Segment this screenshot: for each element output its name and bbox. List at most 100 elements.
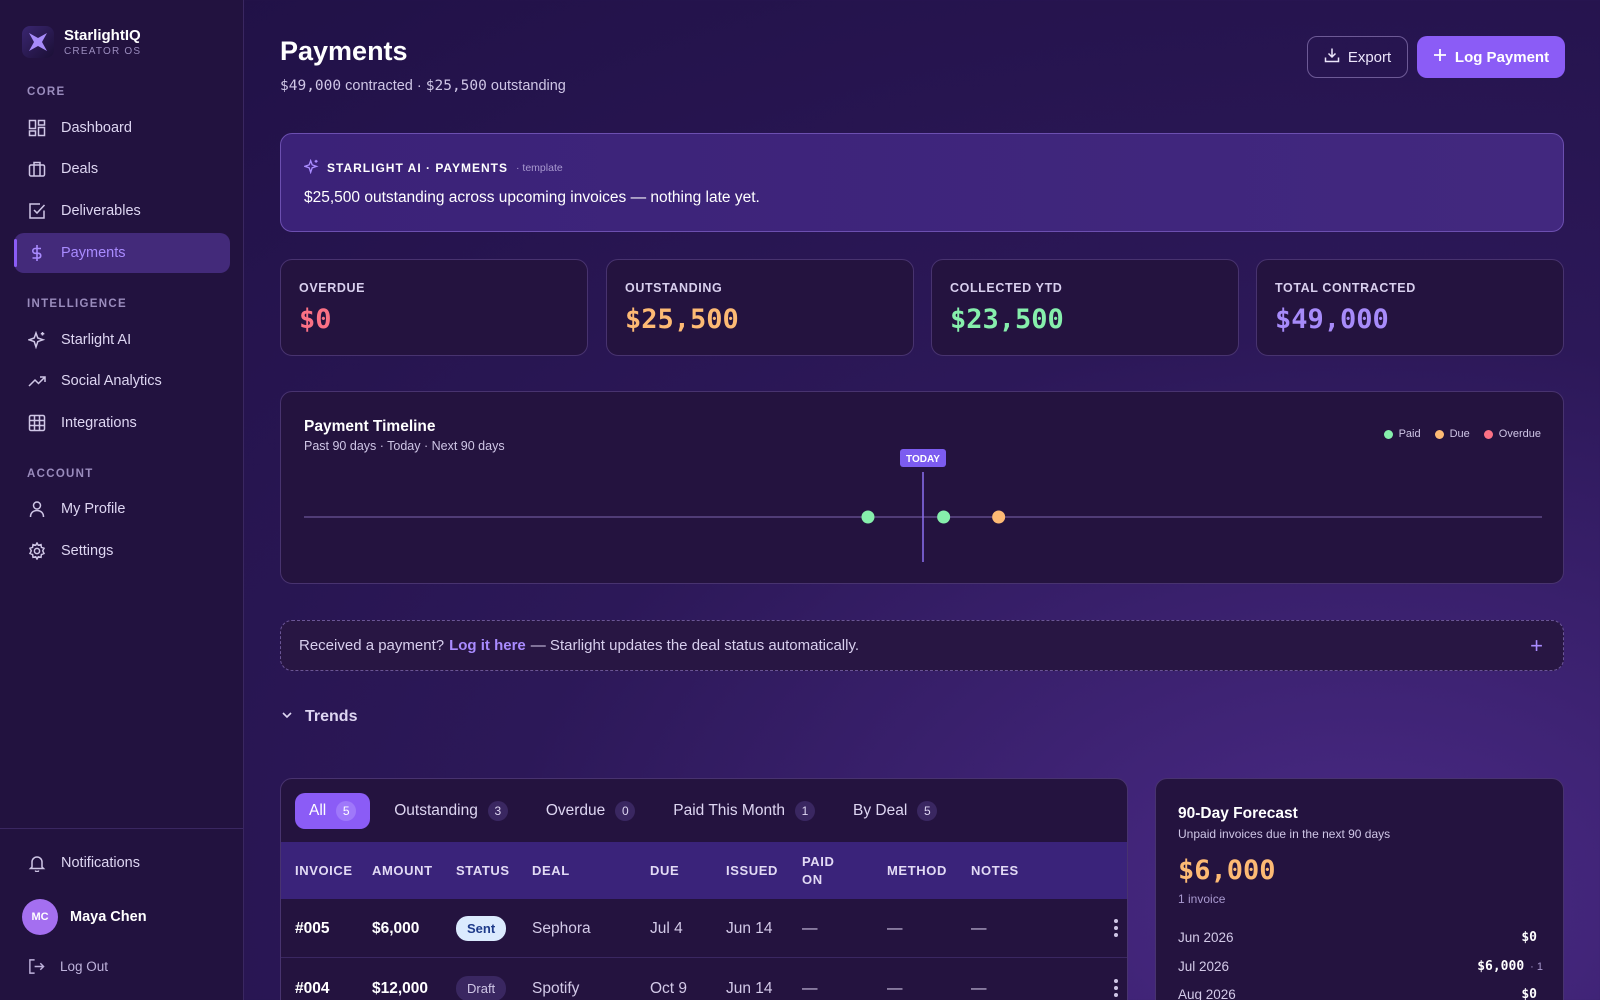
forecast-amount: $0 bbox=[1521, 930, 1537, 945]
sidebar-item-notifications[interactable]: Notifications bbox=[14, 843, 230, 883]
sidebar-item-settings[interactable]: Settings bbox=[14, 531, 230, 571]
sidebar-item-deliverables[interactable]: Deliverables bbox=[14, 191, 230, 231]
ai-insight-card: STARLIGHT AI · PAYMENTS · template $25,5… bbox=[280, 133, 1564, 232]
column-header-invoice[interactable]: INVOICE bbox=[295, 842, 353, 899]
status-badge: Draft bbox=[456, 976, 507, 1000]
column-header-notes[interactable]: NOTES bbox=[971, 842, 1019, 899]
legend-item-paid: Paid bbox=[1383, 428, 1421, 440]
logout-label: Log Out bbox=[60, 958, 109, 974]
ai-insight-message: $25,500 outstanding across upcoming invo… bbox=[304, 189, 760, 206]
stat-label: OVERDUE bbox=[299, 281, 366, 295]
timeline-point-due[interactable] bbox=[992, 510, 1006, 524]
outstanding-amount: $25,500 bbox=[425, 78, 487, 94]
section-label-account: ACCOUNT bbox=[27, 468, 94, 480]
sidebar-item-label: Payments bbox=[61, 245, 126, 261]
column-header-amount[interactable]: AMOUNT bbox=[372, 842, 433, 899]
stat-value: $25,500 bbox=[625, 304, 739, 335]
forecast-amount: $6,000 bbox=[1477, 959, 1525, 974]
row-menu-icon[interactable] bbox=[1111, 979, 1121, 997]
user-name: Maya Chen bbox=[70, 909, 147, 925]
sidebar-item-dashboard[interactable]: Dashboard bbox=[14, 108, 230, 148]
sidebar-item-label: My Profile bbox=[61, 501, 126, 517]
invoice-issued: Jun 14 bbox=[726, 979, 773, 997]
sparkle-icon bbox=[27, 330, 47, 350]
timeline-legend: Paid Due Overdue bbox=[1383, 428, 1541, 440]
sidebar-item-label: Settings bbox=[61, 543, 114, 559]
log-strip-suffix: — Starlight updates the deal status auto… bbox=[530, 637, 860, 654]
log-payment-label: Log Payment bbox=[1454, 48, 1550, 66]
invoice-notes: — bbox=[971, 979, 987, 997]
brand-name: StarlightIQ bbox=[64, 27, 141, 44]
stat-label: TOTAL CONTRACTED bbox=[1275, 281, 1416, 295]
sidebar-item-label: Dashboard bbox=[61, 120, 132, 136]
add-icon[interactable]: + bbox=[1530, 633, 1543, 659]
log-payment-button[interactable]: Log Payment bbox=[1417, 36, 1565, 78]
forecast-count: 1 invoice bbox=[1178, 892, 1226, 906]
user-icon bbox=[27, 499, 47, 519]
timeline-point-paid[interactable] bbox=[861, 510, 875, 524]
sidebar-item-integrations[interactable]: Integrations bbox=[14, 403, 230, 443]
tab-overdue[interactable]: Overdue 0 bbox=[532, 793, 649, 829]
timeline-point-paid[interactable] bbox=[937, 510, 951, 524]
chevron-down-icon bbox=[281, 708, 293, 726]
briefcase-icon bbox=[27, 159, 47, 179]
column-header-deal[interactable]: DEAL bbox=[532, 842, 570, 899]
brand[interactable]: StarlightIQ CREATOR OS bbox=[22, 26, 141, 58]
sidebar-item-social-analytics[interactable]: Social Analytics bbox=[14, 361, 230, 401]
invoice-number: #004 bbox=[295, 979, 330, 997]
invoice-amount: $12,000 bbox=[372, 979, 429, 997]
user-profile[interactable]: MC Maya Chen bbox=[22, 899, 147, 935]
stat-value: $23,500 bbox=[950, 304, 1064, 335]
status-badge: Sent bbox=[456, 916, 507, 941]
column-header-method[interactable]: METHOD bbox=[887, 842, 947, 899]
invoice-due: Jul 4 bbox=[650, 919, 683, 937]
tab-all[interactable]: All 5 bbox=[295, 793, 371, 829]
column-header-issued[interactable]: ISSUED bbox=[726, 842, 778, 899]
brand-subtitle: CREATOR OS bbox=[64, 46, 142, 57]
invoice-notes: — bbox=[971, 919, 987, 937]
invoices-table-card: All 5 Outstanding 3 Overdue 0 Paid This Mon… bbox=[280, 778, 1128, 1000]
plus-icon bbox=[1433, 48, 1447, 66]
invoice-issued: Jun 14 bbox=[726, 919, 773, 937]
contracted-suffix: contracted · bbox=[345, 78, 422, 94]
column-header-due[interactable]: DUE bbox=[650, 842, 679, 899]
trend-up-icon bbox=[27, 371, 47, 391]
export-button[interactable]: Export bbox=[1307, 36, 1408, 78]
forecast-card: 90-Day Forecast Unpaid invoices due in t… bbox=[1155, 778, 1564, 1000]
logout-button[interactable]: Log Out bbox=[26, 956, 108, 976]
invoice-number: #005 bbox=[295, 919, 330, 937]
tab-by-deal[interactable]: By Deal 5 bbox=[839, 793, 951, 829]
sidebar-item-label: Notifications bbox=[61, 855, 140, 871]
log-payment-strip[interactable]: Received a payment? Log it here — Starli… bbox=[280, 620, 1564, 671]
sidebar-item-my-profile[interactable]: My Profile bbox=[14, 489, 230, 529]
forecast-month: Jun 2026 bbox=[1178, 929, 1234, 945]
forecast-amount: $0 bbox=[1521, 987, 1537, 1000]
bell-icon bbox=[27, 853, 47, 873]
log-it-here-link[interactable]: Log it here bbox=[449, 637, 526, 654]
section-label-core: CORE bbox=[27, 86, 66, 98]
tab-count: 3 bbox=[487, 801, 508, 821]
invoice-status: Draft bbox=[456, 959, 507, 1000]
timeline-title: Payment Timeline bbox=[304, 418, 436, 435]
tab-outstanding[interactable]: Outstanding 3 bbox=[380, 793, 522, 829]
stat-card-outstanding: OUTSTANDING $25,500 bbox=[606, 259, 914, 356]
tab-count: 5 bbox=[917, 801, 938, 821]
trends-toggle[interactable]: Trends bbox=[281, 708, 357, 726]
tab-paid-this-month[interactable]: Paid This Month 1 bbox=[659, 793, 829, 829]
row-menu-icon[interactable] bbox=[1111, 919, 1121, 937]
invoice-paid-on: — bbox=[802, 919, 818, 937]
ai-insight-heading: STARLIGHT AI · PAYMENTS · template bbox=[302, 158, 563, 177]
stat-label: OUTSTANDING bbox=[625, 281, 723, 295]
legend-item-due: Due bbox=[1434, 428, 1470, 440]
grid-icon bbox=[27, 413, 47, 433]
sidebar-item-deals[interactable]: Deals bbox=[14, 149, 230, 189]
sidebar-item-label: Deliverables bbox=[61, 203, 141, 219]
sidebar-item-starlight-ai[interactable]: Starlight AI bbox=[14, 320, 230, 360]
export-label: Export bbox=[1347, 48, 1392, 66]
column-header-status[interactable]: STATUS bbox=[456, 842, 510, 899]
table-row[interactable]: #004 $12,000 Draft Spotify Oct 9 Jun 14 … bbox=[281, 959, 1127, 1000]
table-row[interactable]: #005 $6,000 Sent Sephora Jul 4 Jun 14 — … bbox=[281, 899, 1127, 958]
column-header-paid-on[interactable]: PAID ON bbox=[802, 842, 842, 899]
logout-icon bbox=[26, 956, 46, 976]
sidebar-item-payments[interactable]: Payments bbox=[14, 233, 230, 273]
